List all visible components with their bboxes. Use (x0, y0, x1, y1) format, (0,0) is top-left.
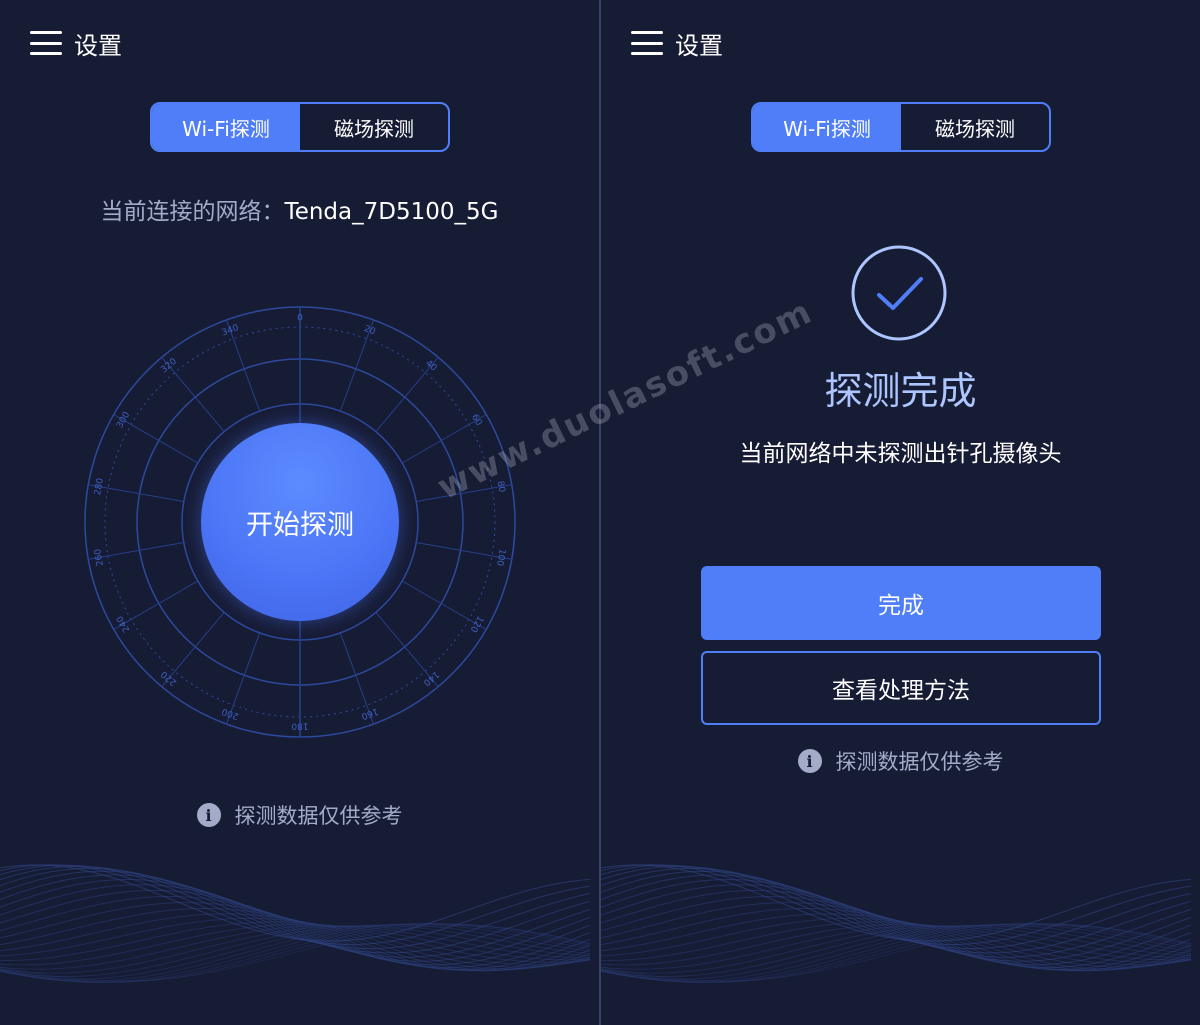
dial-tick-label: 120 (467, 614, 484, 634)
wave-line (0, 867, 591, 958)
tab-magnetic-detect[interactable]: 磁场探测 (901, 104, 1049, 150)
dial-tick-label: 340 (221, 323, 241, 338)
dial-tick-label: 200 (220, 705, 240, 720)
detect-mode-tabs: Wi-Fi探测 磁场探测 (150, 102, 450, 152)
dial-tick-label: 220 (159, 668, 179, 687)
settings-menu-button[interactable]: 设置 (30, 26, 122, 60)
wave-decoration (601, 864, 1192, 983)
dial-tick-label: 260 (93, 548, 106, 567)
tab-wifi-detect[interactable]: Wi-Fi探测 (753, 104, 901, 150)
dial-tick-label: 280 (93, 477, 106, 496)
disclaimer-note: i 探测数据仅供参考 (0, 800, 599, 830)
disclaimer-text: 探测数据仅供参考 (234, 804, 403, 828)
dial-tick-label: 60 (469, 413, 484, 428)
detect-start-screen: 设置 Wi-Fi探测 磁场探测 当前连接的网络：Tenda_7D5100_5G … (0, 0, 599, 1025)
settings-label: 设置 (675, 31, 723, 60)
disclaimer-note: i 探测数据仅供参考 (601, 746, 1200, 776)
dial-tick-label: 160 (360, 706, 380, 721)
check-icon (851, 245, 947, 341)
dial-tick-label: 40 (423, 359, 438, 374)
app-screenshot-pair: 设置 Wi-Fi探测 磁场探测 当前连接的网络：Tenda_7D5100_5G … (0, 0, 1200, 1025)
info-icon: i (196, 803, 221, 827)
wave-decoration (0, 864, 591, 983)
network-label: 当前连接的网络： (100, 199, 285, 225)
dial-tick-label: 180 (291, 721, 308, 731)
dial-tick-label: 20 (363, 324, 377, 337)
status-description: 当前网络中未探测出针孔摄像头 (739, 441, 1062, 467)
tab-wifi-detect[interactable]: Wi-Fi探测 (152, 104, 300, 150)
tab-magnetic-detect[interactable]: 磁场探测 (300, 104, 448, 150)
info-icon: i (797, 749, 822, 773)
disclaimer-text: 探测数据仅供参考 (835, 750, 1004, 774)
dial-tick-label: 140 (421, 669, 441, 688)
network-name: Tenda_7D5100_5G (284, 199, 499, 225)
start-detect-button[interactable]: 开始探测 (201, 423, 399, 621)
menu-icon (631, 31, 663, 55)
dial-tick-label: 320 (159, 357, 179, 376)
detect-mode-tabs: Wi-Fi探测 磁场探测 (751, 102, 1051, 152)
dial-tick-label: 0 (297, 314, 303, 324)
current-network: 当前连接的网络：Tenda_7D5100_5G (0, 192, 599, 226)
wave-line (601, 867, 1192, 958)
dial-tick-label: 100 (494, 548, 507, 567)
menu-icon (30, 31, 62, 55)
settings-label: 设置 (74, 31, 122, 60)
dial-tick-label: 300 (115, 410, 132, 430)
detect-done-screen: 设置 Wi-Fi探测 磁场探测 探测完成 当前网络中未探测出针孔摄像头 完成 查… (601, 0, 1200, 1025)
done-button[interactable]: 完成 (701, 566, 1101, 640)
settings-menu-button[interactable]: 设置 (631, 26, 723, 60)
dial-tick-label: 240 (115, 614, 132, 634)
view-method-button[interactable]: 查看处理方法 (701, 651, 1101, 725)
